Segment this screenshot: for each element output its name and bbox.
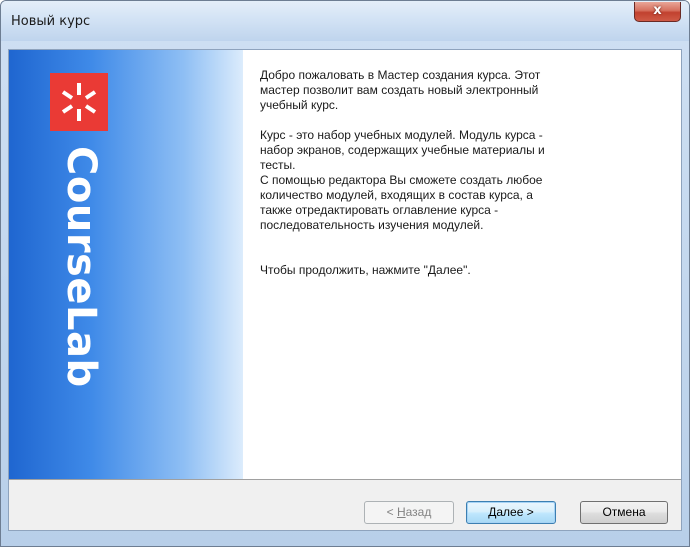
welcome-text: Добро пожаловать в Мастер создания курса… — [260, 68, 665, 278]
back-prefix: < — [386, 505, 397, 519]
close-icon: x — [653, 3, 662, 18]
courselab-logo-icon — [50, 73, 108, 131]
wizard-window: Новый курс x CourseLab Добро пожаловать … — [0, 0, 690, 547]
title-bar[interactable]: Новый курс x — [1, 1, 689, 41]
wizard-content: CourseLab Добро пожаловать в Мастер созд… — [9, 50, 681, 480]
coursel-banner: CourseLab — [9, 50, 243, 479]
next-button[interactable]: Далее > — [466, 501, 556, 524]
asterisk-icon — [61, 83, 97, 121]
brand-wordmark: CourseLab — [58, 146, 104, 388]
back-button[interactable]: < Назад — [364, 501, 454, 524]
course-description: Курс - это набор учебных модулей. Модуль… — [260, 128, 545, 232]
continue-hint: Чтобы продолжить, нажмите "Далее". — [260, 263, 471, 277]
wizard-client-area: CourseLab Добро пожаловать в Мастер созд… — [8, 49, 682, 531]
back-label-rest: азад — [405, 505, 432, 519]
cancel-button[interactable]: Отмена — [580, 501, 668, 524]
window-title: Новый курс — [11, 14, 91, 29]
close-button[interactable]: x — [634, 2, 681, 22]
back-accelerator: Н — [396, 505, 406, 519]
intro-paragraph: Добро пожаловать в Мастер создания курса… — [260, 68, 541, 112]
